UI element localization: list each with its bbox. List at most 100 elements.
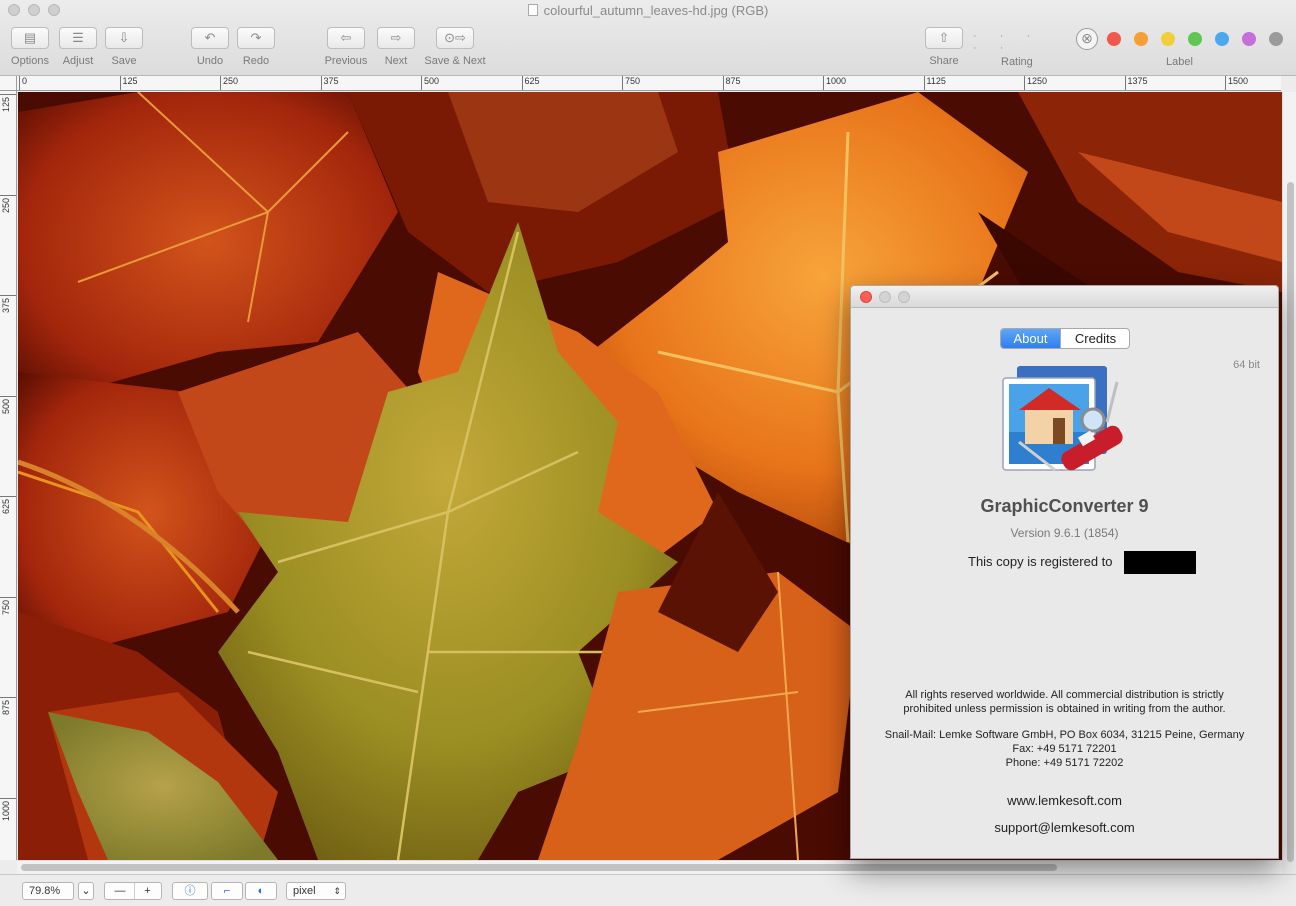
ruler-tick: 750 <box>0 596 16 615</box>
about-titlebar <box>851 286 1278 308</box>
bitness-label: 64 bit <box>1233 359 1260 371</box>
redo-icon: ↷ <box>237 27 275 49</box>
previous-button[interactable]: ⇦ Previous <box>322 27 370 67</box>
title-toolbar: colourful_autumn_leaves-hd.jpg (RGB) ▤ O… <box>0 0 1296 76</box>
document-icon <box>527 4 538 16</box>
ruler-tick-label: 1125 <box>923 76 946 90</box>
app-logo-icon <box>1002 366 1123 472</box>
next-icon: ⇨ <box>377 27 415 49</box>
ruler-tick-label: 0 <box>19 76 27 90</box>
label-label: Label <box>1166 56 1193 68</box>
zoom-in-button[interactable]: + <box>134 883 160 899</box>
ruler-tick-label: 375 <box>1 298 11 314</box>
save-icon: ⇩ <box>105 27 143 49</box>
zoom-out-button[interactable]: — <box>106 883 134 899</box>
redo-label: Redo <box>242 55 270 67</box>
ruler-icon: ⌐ <box>223 885 231 897</box>
ruler-tick-label: 1500 <box>1225 76 1248 90</box>
about-dialog: About Credits 64 bit GraphicConverter 9 … <box>850 285 1279 859</box>
about-zoom-button[interactable] <box>898 291 910 303</box>
ruler-tick-label: 1250 <box>1024 76 1047 90</box>
ruler-tick-label: 1375 <box>1124 76 1148 90</box>
about-tabs: About Credits <box>1000 328 1130 349</box>
label-color-dot[interactable] <box>1215 32 1229 46</box>
undo-label: Undo <box>196 55 224 67</box>
ruler-tick: 125 <box>0 94 16 112</box>
support-email-link[interactable]: support@lemkesoft.com <box>851 820 1278 835</box>
horizontal-scroll-thumb[interactable] <box>21 864 1057 871</box>
about-close-button[interactable] <box>860 291 872 303</box>
info-icon: ⓘ <box>184 885 196 897</box>
ruler-tick: 250 <box>0 194 16 213</box>
ruler-tick: 1000 <box>0 797 16 821</box>
zoom-field[interactable]: 79.8% <box>22 882 74 900</box>
graphicconverter-window: colourful_autumn_leaves-hd.jpg (RGB) ▤ O… <box>0 0 1296 906</box>
save-next-button[interactable]: ⊙⇨ Save & Next <box>421 27 489 67</box>
color-profile-icon: ◐ <box>257 885 265 897</box>
status-bar: 79.8% ⌄ — + ⓘ ⌐ ◐ pixel ⇕ <box>0 874 1296 906</box>
ruler-tick-label: 875 <box>722 76 741 90</box>
ruler-toggle-button[interactable]: ⌐ <box>211 882 243 900</box>
adjust-icon: ☰ <box>59 27 97 49</box>
app-version: Version 9.6.1 (1854) <box>1010 526 1119 540</box>
ruler-tick-label: 500 <box>1 398 11 414</box>
ruler-tick-label: 750 <box>622 76 640 90</box>
ruler-tick-label: 1000 <box>823 76 846 90</box>
unit-select[interactable]: pixel ⇕ <box>286 882 346 900</box>
previous-icon: ⇦ <box>327 27 365 49</box>
rights-line-1: All rights reserved worldwide. All comme… <box>905 689 1224 701</box>
ruler-tick: 625 <box>0 496 16 514</box>
app-name: GraphicConverter 9 <box>980 496 1149 516</box>
window-title-text: colourful_autumn_leaves-hd.jpg (RGB) <box>543 3 769 18</box>
share-button[interactable]: ⇧ Share <box>924 27 964 67</box>
about-minimize-button[interactable] <box>879 291 891 303</box>
ruler-tick: 375 <box>0 295 16 313</box>
tab-about[interactable]: About <box>1001 329 1060 348</box>
label-color-dot[interactable] <box>1269 32 1283 46</box>
ruler-tick-label: 250 <box>220 76 238 90</box>
ruler-tick: 500 <box>0 395 16 414</box>
rating-label: Rating <box>1001 56 1033 68</box>
next-button[interactable]: ⇨ Next <box>376 27 416 67</box>
vertical-scroll-thumb[interactable] <box>1287 182 1294 862</box>
horizontal-scrollbar[interactable] <box>17 860 1282 874</box>
adjust-label: Adjust <box>62 55 94 67</box>
ruler-tick: 875 <box>0 697 16 715</box>
ruler-tick-label: 625 <box>1 499 11 515</box>
zoom-menu-button[interactable]: ⌄ <box>78 882 94 900</box>
website-link[interactable]: www.lemkesoft.com <box>851 793 1278 808</box>
label-color-dot[interactable] <box>1161 32 1175 46</box>
registration-text: This copy is registered to <box>968 554 1113 569</box>
redo-button[interactable]: ↷ Redo <box>236 27 276 67</box>
tab-credits[interactable]: Credits <box>1060 329 1129 348</box>
save-next-icon: ⊙⇨ <box>436 27 474 49</box>
adjust-button[interactable]: ☰ Adjust <box>57 27 99 67</box>
share-icon: ⇧ <box>925 27 963 49</box>
horizontal-ruler: 0 125 250 375 500 625 750 875 1000 1125 1250 1375 15… <box>17 76 1281 91</box>
rating-stars[interactable]: · · · · · <box>973 30 1065 54</box>
color-profile-button[interactable]: ◐ <box>245 882 277 900</box>
label-color-dot[interactable] <box>1134 32 1148 46</box>
rights-line-2: prohibited unless permission is obtained… <box>903 703 1226 715</box>
label-color-dot[interactable] <box>1188 32 1202 46</box>
info-button[interactable]: ⓘ <box>172 882 208 900</box>
label-color-dot[interactable] <box>1242 32 1256 46</box>
options-icon: ▤ <box>11 27 49 49</box>
save-label: Save <box>111 55 137 67</box>
undo-button[interactable]: ↶ Undo <box>190 27 230 67</box>
clear-label-button[interactable]: ⊗ <box>1076 28 1098 50</box>
options-button[interactable]: ▤ Options <box>10 27 50 67</box>
ruler-tick-label: 625 <box>521 76 540 90</box>
save-button[interactable]: ⇩ Save <box>104 27 144 67</box>
ruler-tick-label: 125 <box>1 97 11 113</box>
label-color-dot[interactable] <box>1107 32 1121 46</box>
ruler-tick-label: 500 <box>421 76 439 90</box>
undo-icon: ↶ <box>191 27 229 49</box>
vertical-scrollbar[interactable] <box>1282 92 1296 862</box>
ruler-tick-label: 875 <box>1 700 11 716</box>
mail-address: Snail-Mail: Lemke Software GmbH, PO Box … <box>884 729 1245 741</box>
ruler-tick-label: 750 <box>1 599 11 615</box>
next-label: Next <box>384 55 408 67</box>
ruler-tick-label: 125 <box>119 76 138 90</box>
ruler-corner <box>0 76 17 91</box>
